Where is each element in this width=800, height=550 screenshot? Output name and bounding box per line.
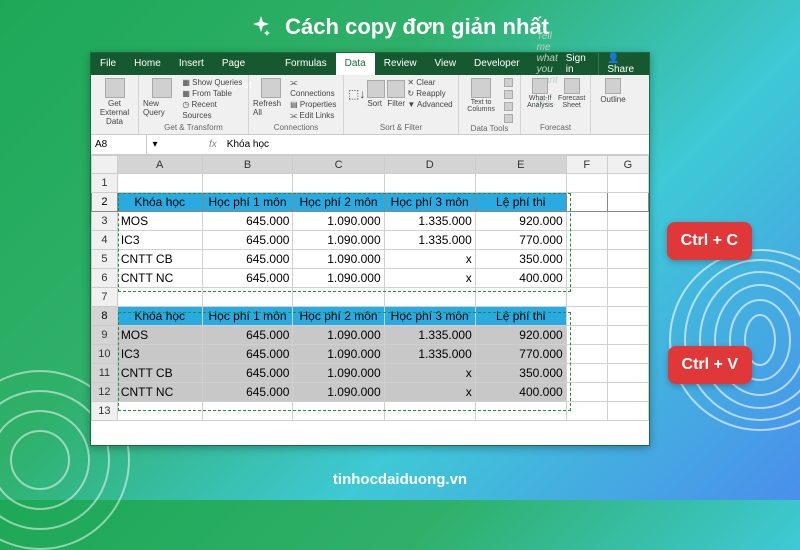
name-box[interactable]: A8 <box>91 135 147 154</box>
connections-button[interactable]: ⫘ Connections <box>290 77 339 99</box>
ctrl-v-badge: Ctrl + V <box>668 346 752 384</box>
sign-in-link[interactable]: Sign in <box>558 53 599 75</box>
formula-value[interactable]: Khóa học <box>223 139 273 150</box>
ribbon-data: Get External Data New Query ▦ Show Queri… <box>91 75 649 135</box>
reapply-button[interactable]: ↻ Reapply <box>407 88 452 99</box>
row-10[interactable]: 10 IC3645.0001.090.0001.335.000770.000 <box>92 345 649 364</box>
col-g[interactable]: G <box>607 156 648 174</box>
row-12[interactable]: 12 CNTT NC645.0001.090.000x400.000 <box>92 383 649 402</box>
row-6[interactable]: 6 CNTT NC645.0001.090.000x400.000 <box>92 269 649 288</box>
column-headers: A B C D E F G <box>92 156 649 174</box>
tab-review[interactable]: Review <box>375 53 426 75</box>
row-8-pasted-header[interactable]: 8 Khóa họcHọc phí 1 mônHọc phí 2 mônHọc … <box>92 307 649 326</box>
show-queries-button[interactable]: ▦ Show Queries <box>182 77 244 88</box>
tab-page-layout[interactable]: Page Layout <box>213 53 276 75</box>
tab-data[interactable]: Data <box>336 53 375 75</box>
row-11[interactable]: 11 CNTT CB645.0001.090.000x350.000 <box>92 364 649 383</box>
text-to-columns-icon[interactable] <box>471 78 491 98</box>
tab-formulas[interactable]: Formulas <box>276 53 336 75</box>
share-button[interactable]: 👤 Share <box>598 53 649 75</box>
row-3[interactable]: 3 MOS645.0001.090.0001.335.000920.000 <box>92 212 649 231</box>
forecast-sheet-icon[interactable] <box>564 78 580 94</box>
tab-view[interactable]: View <box>426 53 466 75</box>
row-7[interactable]: 7 <box>92 288 649 307</box>
footer-credit: tinhocdaiduong.vn <box>0 471 800 488</box>
edit-links-button[interactable]: ⫘ Edit Links <box>290 110 339 121</box>
get-external-data-icon[interactable] <box>105 78 125 98</box>
from-table-button[interactable]: ▦ From Table <box>182 88 244 99</box>
col-d[interactable]: D <box>384 156 475 174</box>
col-c[interactable]: C <box>293 156 384 174</box>
excel-window: File Home Insert Page Layout Formulas Da… <box>90 52 650 446</box>
col-b[interactable]: B <box>202 156 293 174</box>
tab-file[interactable]: File <box>91 53 125 75</box>
tab-home[interactable]: Home <box>125 53 170 75</box>
outline-icon[interactable] <box>605 78 621 94</box>
row-2-header[interactable]: 2 Khóa họcHọc phí 1 mônHọc phí 2 mônHọc … <box>92 193 649 212</box>
properties-button[interactable]: ▤ Properties <box>290 99 339 110</box>
tab-developer[interactable]: Developer <box>465 53 529 75</box>
refresh-all-icon[interactable] <box>261 78 281 98</box>
fx-icon[interactable]: fx <box>203 139 223 150</box>
ribbon-tabs: File Home Insert Page Layout Formulas Da… <box>91 53 649 75</box>
filter-icon[interactable] <box>387 80 405 98</box>
clear-button[interactable]: ✕ Clear <box>407 77 452 88</box>
row-5[interactable]: 5 CNTT CB645.0001.090.000x350.000 <box>92 250 649 269</box>
row-1[interactable]: 1 <box>92 174 649 193</box>
row-13[interactable]: 13 <box>92 402 649 421</box>
what-if-icon[interactable] <box>532 78 548 94</box>
sparkle-icon <box>251 16 271 42</box>
advanced-button[interactable]: ▼ Advanced <box>407 99 452 110</box>
formula-bar: A8 ▾ fx Khóa học <box>91 135 649 155</box>
col-e[interactable]: E <box>475 156 566 174</box>
ctrl-c-badge: Ctrl + C <box>667 222 752 260</box>
col-f[interactable]: F <box>566 156 607 174</box>
col-a[interactable]: A <box>117 156 202 174</box>
row-9[interactable]: 9 MOS645.0001.090.0001.335.000920.000 <box>92 326 649 345</box>
page-title: Cách copy đơn giản nhất <box>0 0 800 52</box>
spreadsheet-grid[interactable]: A B C D E F G 1 2 Khóa họcHọc phí 1 mônH… <box>91 155 649 421</box>
tab-insert[interactable]: Insert <box>170 53 213 75</box>
row-4[interactable]: 4 IC3645.0001.090.0001.335.000770.000 <box>92 231 649 250</box>
sort-icon[interactable] <box>367 80 385 98</box>
new-query-icon[interactable] <box>152 78 172 98</box>
decoration-spiral <box>660 240 800 440</box>
recent-sources-button[interactable]: ◷ Recent Sources <box>182 99 244 121</box>
